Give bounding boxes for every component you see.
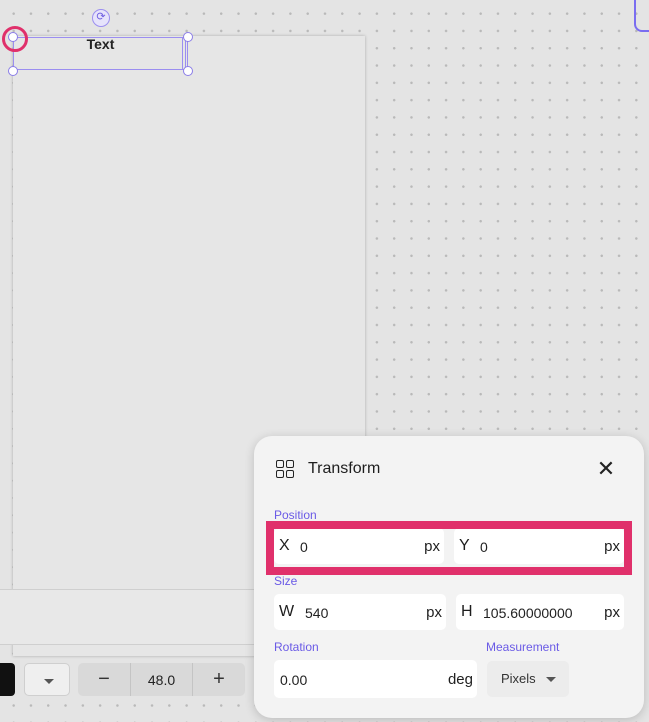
transform-panel: Transform ✕ Position X 0 px Y 0 px Size … [254, 436, 644, 718]
secondary-toolbar [0, 589, 260, 645]
h-unit: px [604, 604, 620, 621]
rotate-icon[interactable]: ⟳ [92, 9, 110, 27]
position-highlight-box [266, 521, 632, 575]
w-value: 540 [305, 605, 329, 621]
size-w-field[interactable]: W 540 px [274, 594, 446, 630]
selection-side-handle[interactable] [182, 37, 186, 70]
font-dropdown-button[interactable] [24, 663, 70, 696]
close-icon[interactable]: ✕ [594, 458, 618, 482]
grid-four-squares-icon [276, 460, 294, 478]
resize-handle-bottom-left[interactable] [8, 66, 18, 76]
measurement-select[interactable]: Pixels [487, 661, 569, 697]
size-label: Size [274, 574, 298, 588]
h-label: H [461, 603, 473, 620]
selection-box [13, 37, 188, 70]
design-canvas[interactable]: Text ⟳ − 48.0 + Transform ✕ Position X 0… [0, 0, 649, 722]
size-h-field[interactable]: H 105.60000000 px [456, 594, 624, 630]
font-size-value[interactable]: 48.0 [130, 663, 193, 696]
measurement-label: Measurement [486, 640, 560, 654]
panel-header: Transform [276, 460, 380, 478]
chevron-down-icon [44, 679, 54, 684]
offscreen-frame [634, 0, 649, 32]
font-size-stepper: − 48.0 + [78, 663, 245, 696]
rotation-value: 0.00 [280, 672, 308, 688]
rotation-label: Rotation [274, 640, 319, 654]
increase-font-size-button[interactable]: + [193, 663, 245, 696]
decrease-font-size-button[interactable]: − [78, 663, 130, 696]
chevron-down-icon [546, 677, 556, 682]
origin-highlight-ring [2, 26, 28, 52]
panel-title: Transform [308, 460, 381, 477]
resize-handle-bottom-right[interactable] [183, 66, 193, 76]
rotation-unit: deg [447, 671, 473, 688]
rotation-field[interactable]: 0.00 deg [274, 660, 477, 698]
w-label: W [279, 603, 295, 620]
measurement-selected: Pixels [501, 671, 536, 686]
color-swatch[interactable] [0, 663, 15, 696]
resize-handle-top-right[interactable] [183, 32, 193, 42]
position-label: Position [274, 508, 317, 522]
w-unit: px [426, 604, 442, 621]
h-value: 105.60000000 [483, 605, 573, 621]
